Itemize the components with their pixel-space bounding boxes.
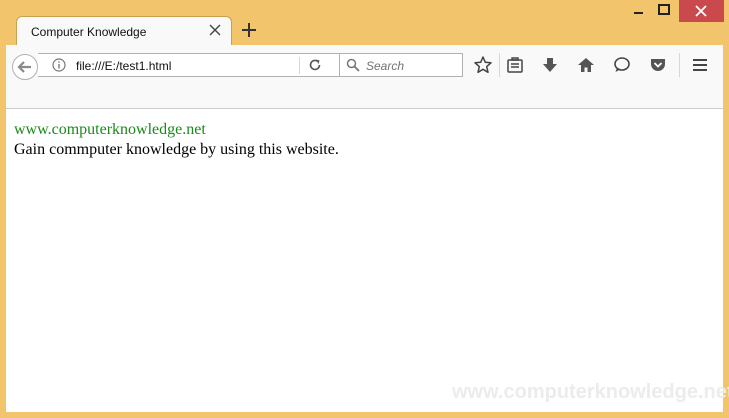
url-separator xyxy=(299,57,300,74)
browser-window: Computer Knowledge file:///E:/test1.html xyxy=(0,0,729,418)
bookmarks-menu-icon[interactable] xyxy=(505,55,525,75)
hamburger-menu-icon[interactable] xyxy=(690,55,710,75)
navigation-toolbar: file:///E:/test1.html Search xyxy=(6,45,723,109)
pocket-icon[interactable] xyxy=(648,55,668,75)
new-tab-button[interactable] xyxy=(240,21,258,39)
page-content: www.computerknowledge.net Gain commputer… xyxy=(6,109,729,412)
chat-bubble-icon[interactable] xyxy=(612,55,632,75)
search-bar[interactable]: Search xyxy=(339,53,463,77)
download-icon[interactable] xyxy=(540,55,560,75)
bookmark-star-icon[interactable] xyxy=(473,55,493,75)
url-bar[interactable]: file:///E:/test1.html xyxy=(38,53,341,77)
back-button[interactable] xyxy=(12,54,38,80)
site-link[interactable]: www.computerknowledge.net xyxy=(14,121,206,139)
tab-title: Computer Knowledge xyxy=(31,25,147,39)
info-icon[interactable] xyxy=(52,58,66,72)
search-placeholder: Search xyxy=(366,59,405,73)
reload-icon[interactable] xyxy=(308,58,322,72)
minimize-button[interactable] xyxy=(625,0,651,22)
page-text: Gain commputer knowledge by using this w… xyxy=(14,141,339,158)
home-icon[interactable] xyxy=(576,55,596,75)
url-text[interactable]: file:///E:/test1.html xyxy=(76,59,171,73)
back-arrow-icon xyxy=(17,61,31,73)
tab-computer-knowledge[interactable]: Computer Knowledge xyxy=(16,16,232,46)
toolbar-separator xyxy=(679,53,680,77)
toolbar-separator xyxy=(499,53,500,77)
maximize-button[interactable] xyxy=(651,0,677,22)
search-icon xyxy=(346,58,360,72)
close-icon[interactable] xyxy=(207,22,223,38)
window-close-button[interactable] xyxy=(679,0,724,22)
watermark: www.computerknowledge.net xyxy=(452,381,729,403)
